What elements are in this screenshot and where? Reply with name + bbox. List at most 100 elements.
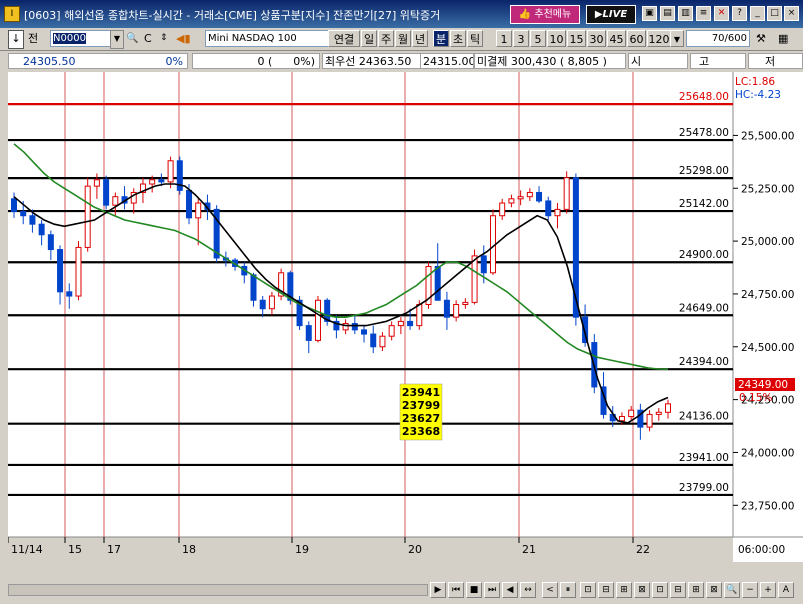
interval-30[interactable]: 30	[587, 30, 606, 47]
y-axis-background	[733, 72, 803, 562]
chart-svg[interactable]: 11/14 15 17 18 19 20 21 22 25,500.00 25,250.00 25,…	[7, 72, 803, 562]
period-5[interactable]: 분	[433, 30, 449, 47]
font-size-icon[interactable]: A	[778, 582, 794, 598]
level-label-0: 25648.00	[679, 91, 729, 103]
candle-body-50	[471, 255, 478, 303]
period-2[interactable]: 주	[378, 30, 394, 47]
layout-c-icon[interactable]: ⊞	[616, 582, 632, 598]
chart-toolbar: ↓ 전 N0000 ▼ 🔍 C ⇕ ◀▮ Mini NASDAQ 100 연결 일…	[0, 28, 803, 51]
scroll-right-icon[interactable]: ▶	[430, 582, 446, 598]
prev-icon[interactable]: <	[542, 582, 558, 598]
interval-3[interactable]: 3	[513, 30, 529, 47]
period-7[interactable]: 틱	[467, 30, 483, 47]
candlestick-chart[interactable]: 11/14 15 17 18 19 20 21 22 25,500.00 25,250.00 25,…	[7, 72, 803, 562]
annotation-value-3: 23368	[402, 425, 440, 438]
candle-body-17	[167, 160, 174, 183]
copy-icon[interactable]: ▥	[678, 6, 693, 21]
level-label-3: 25142.00	[679, 198, 729, 210]
candle-body-33	[314, 299, 321, 341]
prev-page-icon[interactable]: ◀	[502, 582, 518, 598]
candle-body-43	[407, 320, 414, 327]
interval-60[interactable]: 60	[627, 30, 646, 47]
product-name-field: Mini NASDAQ 100	[205, 30, 331, 47]
candle-body-71	[665, 403, 671, 413]
window-title: [0603] 해외선옵 종합차트-실시간 - 거래소[CME] 상품구분[지수]…	[24, 9, 441, 22]
candle-body-11	[112, 196, 119, 206]
layout-d-icon[interactable]: ⊠	[634, 582, 650, 598]
chart-c-icon[interactable]: C	[144, 30, 152, 47]
maximize-icon[interactable]: □	[767, 6, 782, 21]
zoom-icon[interactable]: 🔍	[724, 582, 740, 598]
candle-body-69	[646, 413, 653, 428]
change-field: 0 ( 0%)	[192, 53, 320, 69]
last-icon[interactable]: ⏭	[484, 582, 500, 598]
layout-b-icon[interactable]: ⊟	[598, 582, 614, 598]
layout-g-icon[interactable]: ⊞	[688, 582, 704, 598]
candle-body-60	[563, 177, 570, 210]
y-tick-label-4: 24,500.00	[741, 342, 794, 354]
pause-icon[interactable]: ⏸	[560, 582, 576, 598]
spin-icon[interactable]: ⇕	[160, 30, 168, 47]
candle-body-32	[305, 325, 312, 341]
stop-icon[interactable]: ■	[466, 582, 482, 598]
pin-icon[interactable]: ↓	[8, 30, 24, 49]
y-tick-label-6: 24,000.00	[741, 447, 794, 459]
zoom-in-icon[interactable]: +	[760, 582, 776, 598]
level-label-5: 24649.00	[679, 302, 729, 314]
hc-label: HC:-4.23	[735, 89, 781, 101]
link-icon[interactable]: ≡	[696, 6, 711, 21]
candle-body-67	[628, 409, 635, 418]
close-icon[interactable]: ×	[784, 6, 799, 21]
code-input[interactable]: N0000	[50, 30, 114, 47]
layout-f-icon[interactable]: ⊟	[670, 582, 686, 598]
period-3[interactable]: 월	[395, 30, 411, 47]
prev-label[interactable]: 전	[28, 30, 38, 47]
quote-bar: 24305.50 0% 0 ( 0%) 최우선 24363.50 24315.00…	[0, 51, 803, 71]
level-label-9: 23799.00	[679, 482, 729, 494]
settings-icon[interactable]: ▦	[778, 30, 788, 47]
layout-a-icon[interactable]: ⊡	[580, 582, 596, 598]
level-label-6: 24394.00	[679, 356, 729, 368]
code-dropdown-icon[interactable]: ▼	[110, 30, 124, 49]
unsettled-field: 미결제 300,430 ( 8,805 )	[474, 53, 626, 69]
layout-e-icon[interactable]: ⊡	[652, 582, 668, 598]
candle-body-44	[416, 304, 423, 327]
first-icon[interactable]: ⏮	[448, 582, 464, 598]
window-icon[interactable]: ▤	[660, 6, 675, 21]
candle-body-27	[259, 299, 266, 310]
horizontal-scrollbar[interactable]	[8, 584, 428, 596]
zoom-out-icon[interactable]: −	[742, 582, 758, 598]
candle-body-59	[554, 208, 561, 217]
help-icon[interactable]: ?	[732, 6, 747, 21]
candle-body-70	[655, 411, 662, 415]
count-field[interactable]: 70/600	[686, 30, 750, 47]
period-1[interactable]: 일	[361, 30, 377, 47]
period-4[interactable]: 년	[412, 30, 428, 47]
live-button[interactable]: ▶LIVE	[586, 5, 636, 24]
search-icon[interactable]: 🔍	[126, 30, 138, 47]
layout-icon[interactable]: ▣	[642, 6, 657, 21]
low-field: 저	[748, 53, 803, 69]
candle-body-66	[618, 416, 625, 422]
candle-body-51	[480, 255, 487, 274]
x-tick-label-2: 17	[107, 543, 121, 556]
period-0[interactable]: 연결	[328, 30, 360, 47]
interval-120[interactable]: 120	[647, 30, 671, 47]
minimize-icon[interactable]: _	[750, 6, 765, 21]
interval-15[interactable]: 15	[567, 30, 586, 47]
close-x-icon[interactable]: ✕	[714, 6, 729, 21]
tool-icon[interactable]: ⚒	[756, 30, 766, 47]
pan-icon[interactable]: ↔	[520, 582, 536, 598]
interval-1[interactable]: 1	[496, 30, 512, 47]
interval-10[interactable]: 10	[547, 30, 566, 47]
sound-icon[interactable]: ◀▮	[176, 30, 191, 47]
recommended-menu-button[interactable]: 👍 추천메뉴	[510, 5, 580, 24]
candle-body-39	[370, 333, 377, 348]
interval-dropdown-icon[interactable]: ▼	[670, 30, 684, 47]
layout-h-icon[interactable]: ⊠	[706, 582, 722, 598]
period-6[interactable]: 초	[450, 30, 466, 47]
interval-45[interactable]: 45	[607, 30, 626, 47]
interval-5[interactable]: 5	[530, 30, 546, 47]
candle-body-40	[379, 335, 386, 348]
level-label-4: 24900.00	[679, 249, 729, 261]
